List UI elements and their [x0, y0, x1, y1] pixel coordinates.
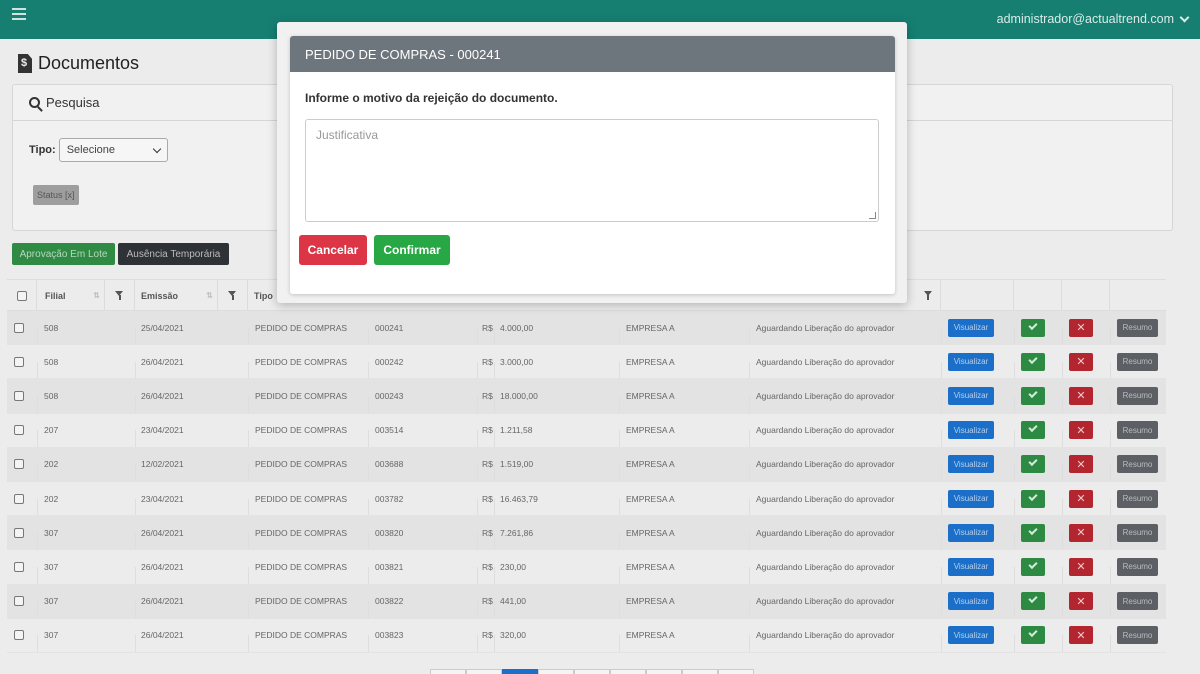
resize-grip-icon[interactable]: [869, 212, 876, 219]
modal-instruction: Informe o motivo da rejeição do document…: [305, 91, 558, 105]
reject-modal: PEDIDO DE COMPRAS - 000241 Informe o mot…: [277, 22, 907, 303]
justification-textarea[interactable]: Justificativa: [305, 119, 879, 222]
modal-header: PEDIDO DE COMPRAS - 000241: [290, 36, 895, 72]
reject-modal-content: PEDIDO DE COMPRAS - 000241 Informe o mot…: [290, 36, 895, 294]
confirm-button[interactable]: Confirmar: [374, 235, 450, 265]
cancel-button[interactable]: Cancelar: [299, 235, 367, 265]
justification-placeholder: Justificativa: [316, 128, 379, 142]
modal-title: PEDIDO DE COMPRAS - 000241: [305, 46, 501, 62]
